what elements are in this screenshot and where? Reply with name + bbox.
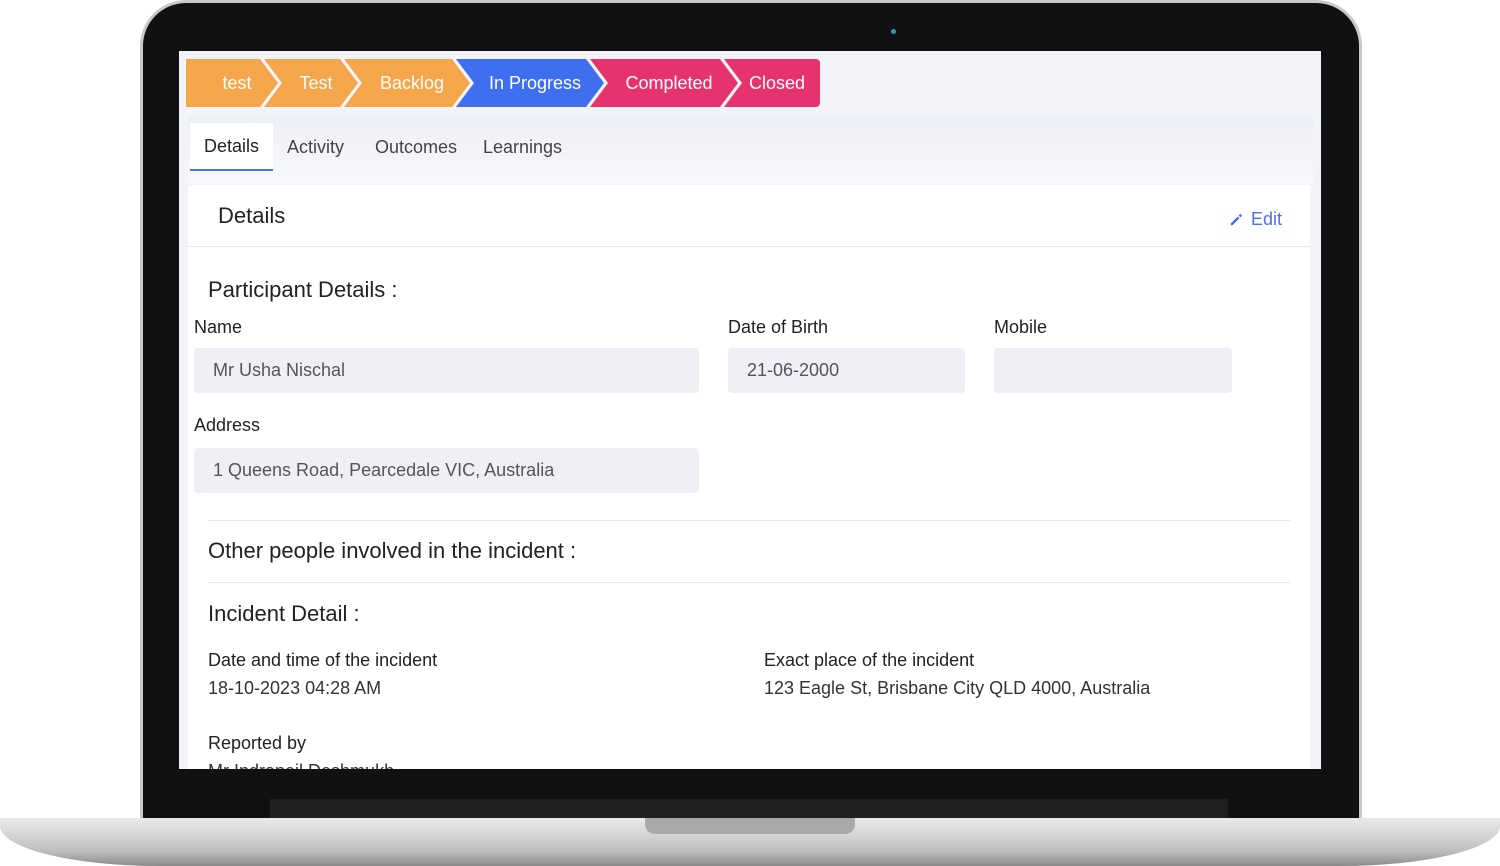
name-label: Name [194, 317, 243, 337]
stage-closed[interactable]: Closed [724, 59, 820, 107]
incident-datetime-value: 18-10-2023 04:28 AM [208, 678, 382, 698]
section-divider [208, 582, 1290, 583]
mobile-label: Mobile [994, 317, 1048, 337]
dob-label: Date of Birth [728, 317, 829, 337]
stage-completed[interactable]: Completed [590, 59, 738, 107]
details-card: Details Edit Participant Details : Name … [188, 185, 1310, 769]
stage-label: Closed [748, 72, 806, 93]
reported-by-value: Mr Indraneil Deshmukh [208, 761, 394, 769]
edit-button[interactable]: Edit [1229, 209, 1282, 230]
incident-section-title: Incident Detail : [208, 601, 360, 626]
stage-test-2[interactable]: Test [264, 59, 358, 107]
tab-activity[interactable]: Activity [273, 123, 358, 171]
stage-label: In Progress [488, 72, 582, 93]
stage-backlog[interactable]: Backlog [344, 59, 470, 107]
app-screen: test Test Backlog In Progress Completed … [179, 51, 1321, 769]
laptop-notch [645, 818, 855, 834]
tab-details[interactable]: Details [190, 123, 274, 171]
stage-test[interactable]: test [186, 59, 278, 107]
tab-learnings[interactable]: Learnings [469, 123, 576, 171]
dob-field[interactable]: 21-06-2000 [728, 348, 965, 393]
mobile-field[interactable] [994, 348, 1232, 393]
participant-section-title: Participant Details : [208, 277, 398, 302]
others-section-title: Other people involved in the incident : [208, 538, 577, 563]
address-label: Address [194, 415, 261, 435]
stage-pipeline: test Test Backlog In Progress Completed … [186, 59, 820, 107]
stage-label: Backlog [379, 72, 445, 93]
edit-label: Edit [1250, 209, 1282, 229]
card-header: Details Edit [188, 185, 1310, 247]
pencil-icon [1230, 213, 1243, 225]
name-field[interactable]: Mr Usha Nischal [194, 348, 699, 393]
address-field[interactable]: 1 Queens Road, Pearcedale VIC, Australia [194, 448, 699, 493]
laptop-hinge [270, 799, 1228, 819]
incident-place-value: 123 Eagle St, Brisbane City QLD 4000, Au… [764, 678, 1151, 698]
tab-bar: Details Activity Outcomes Learnings [188, 117, 1314, 183]
camera-dot [891, 29, 896, 34]
incident-place-label: Exact place of the incident [764, 650, 975, 670]
incident-datetime-label: Date and time of the incident [208, 650, 438, 670]
stage-label: Completed [625, 72, 713, 93]
stage-label: Test [299, 72, 333, 93]
reported-by-label: Reported by [208, 733, 307, 753]
tab-outcomes[interactable]: Outcomes [361, 123, 471, 171]
stage-in-progress[interactable]: In Progress [456, 59, 604, 107]
card-title: Details [218, 203, 286, 228]
section-divider [208, 520, 1290, 521]
stage-label: test [222, 72, 252, 93]
